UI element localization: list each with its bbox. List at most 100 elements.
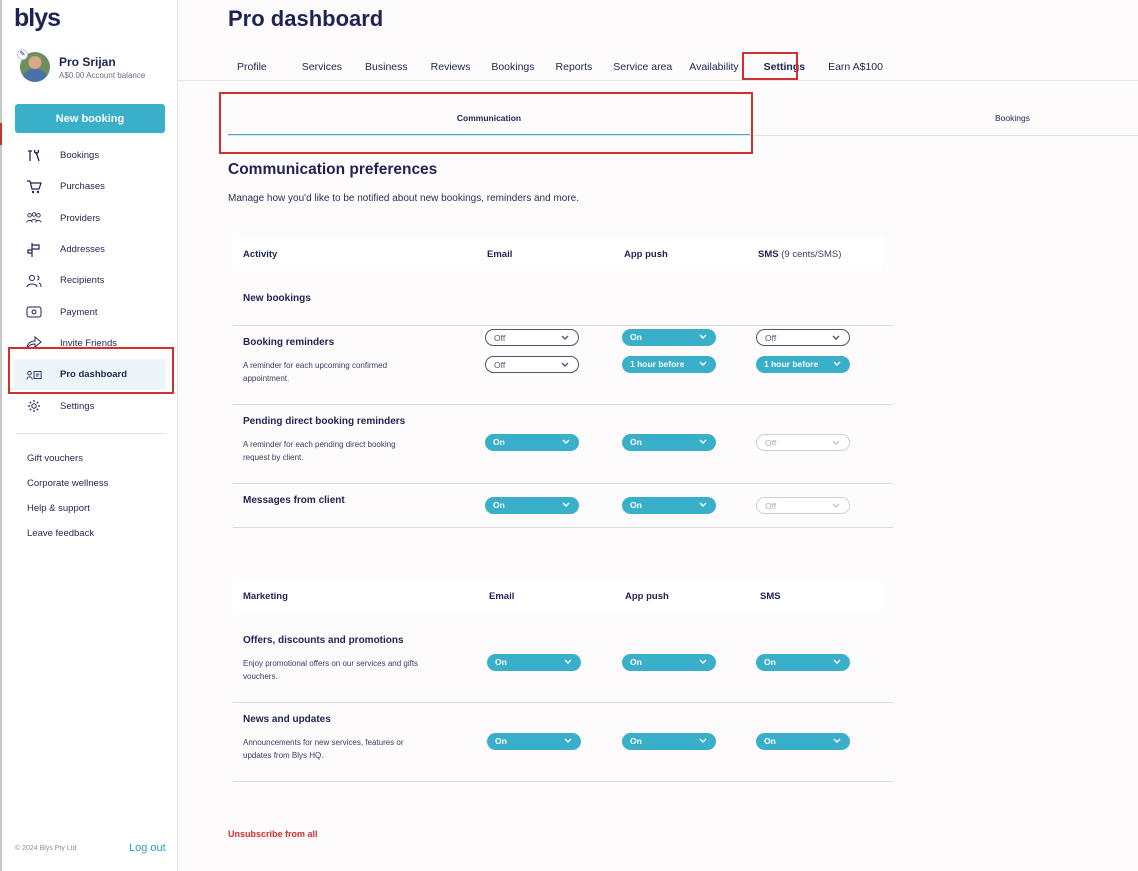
table-row: New bookings Off On Off xyxy=(233,271,893,346)
col-sms-label: SMS xyxy=(758,249,779,260)
messages-push-select[interactable]: On xyxy=(622,497,716,514)
col-app-push: App push xyxy=(625,591,669,602)
edit-avatar-icon[interactable]: ✎ xyxy=(17,49,28,60)
chevron-down-icon xyxy=(564,659,572,664)
sidebar-item-invite-friends[interactable]: Invite Friends xyxy=(14,328,166,359)
messages-email-select[interactable]: On xyxy=(485,497,579,514)
pending-reminders-email-select[interactable]: On xyxy=(485,434,579,451)
sidebar-item-label: Invite Friends xyxy=(60,337,118,349)
sms-cost-note: (9 cents/SMS) xyxy=(781,249,842,260)
select-value: Off xyxy=(765,501,777,511)
sidebar-item-recipients[interactable]: Recipients xyxy=(14,265,166,296)
col-app-push: App push xyxy=(624,249,668,260)
col-sms: SMS (9 cents/SMS) xyxy=(758,249,841,260)
sidebar-item-bookings[interactable]: Bookings xyxy=(14,140,166,171)
select-value: On xyxy=(630,736,642,746)
booking-reminders-sms-select[interactable]: 1 hour before xyxy=(756,356,850,373)
select-value: Off xyxy=(765,438,777,448)
sidebar: blys ✎ Pro Srijan A$0.00 Account balance… xyxy=(2,0,178,871)
col-email: Email xyxy=(487,249,513,260)
copyright: © 2024 Blys Pty Ltd xyxy=(15,845,77,852)
tab-services[interactable]: Services xyxy=(276,52,351,80)
cart-icon xyxy=(26,179,42,195)
chevron-down-icon xyxy=(832,440,840,445)
sidebar-item-label: Settings xyxy=(60,400,95,412)
avatar[interactable]: ✎ xyxy=(17,49,50,82)
logout-link[interactable]: Log out xyxy=(129,842,166,854)
chevron-down-icon xyxy=(562,439,570,444)
tab-settings[interactable]: Settings xyxy=(748,52,814,80)
account-balance: A$0.00 Account balance xyxy=(59,70,146,80)
marketing-header: Marketing Email App push SMS xyxy=(233,579,883,613)
sidebar-item-label: Providers xyxy=(60,212,101,224)
tab-reviews[interactable]: Reviews xyxy=(417,52,480,80)
subtab-bookings[interactable]: Bookings xyxy=(750,100,1138,136)
chevron-down-icon xyxy=(562,502,570,507)
select-value: On xyxy=(495,657,507,667)
chevron-down-icon xyxy=(699,361,707,366)
sidebar-item-pro-dashboard[interactable]: Pro dashboard xyxy=(14,359,166,391)
profile-summary[interactable]: ✎ Pro Srijan A$0.00 Account balance xyxy=(17,49,146,82)
offers-sms-select[interactable]: On xyxy=(756,654,850,671)
pending-reminders-push-select[interactable]: On xyxy=(622,434,716,451)
activity-header: Activity Email App push SMS (9 cents/SMS… xyxy=(233,237,883,271)
settings-subtabs: Communication Bookings xyxy=(228,100,1138,136)
chevron-down-icon xyxy=(561,362,569,367)
sidebar-item-providers[interactable]: Providers xyxy=(14,203,166,234)
tab-business[interactable]: Business xyxy=(351,52,417,80)
row-title: New bookings xyxy=(243,293,311,304)
sidebar-item-settings[interactable]: Settings xyxy=(14,390,166,421)
page-title: Pro dashboard xyxy=(228,6,384,31)
sidebar-divider xyxy=(16,433,166,434)
new-booking-button[interactable]: New booking xyxy=(15,104,165,133)
row-title: Pending direct booking reminders xyxy=(243,416,406,427)
table-row: News and updates Announcements for new s… xyxy=(233,703,893,782)
chevron-down-icon xyxy=(833,361,841,366)
tab-reports[interactable]: Reports xyxy=(544,52,602,80)
news-push-select[interactable]: On xyxy=(622,733,716,750)
tab-earn[interactable]: Earn A$100 xyxy=(814,52,892,80)
booking-reminders-email-select[interactable]: Off xyxy=(485,356,579,373)
news-email-select[interactable]: On xyxy=(487,733,581,750)
share-icon xyxy=(26,335,42,351)
tab-service-area[interactable]: Service area xyxy=(601,52,681,80)
blys-logo[interactable]: blys xyxy=(14,4,61,33)
gift-vouchers-link[interactable]: Gift vouchers xyxy=(27,450,108,475)
col-sms: SMS xyxy=(760,591,781,602)
offers-email-select[interactable]: On xyxy=(487,654,581,671)
help-support-link[interactable]: Help & support xyxy=(27,500,108,525)
col-email: Email xyxy=(489,591,515,602)
table-row: Offers, discounts and promotions Enjoy p… xyxy=(233,613,893,703)
section-title: Communication preferences xyxy=(228,161,438,178)
leave-feedback-link[interactable]: Leave feedback xyxy=(27,525,108,550)
booking-reminders-push-select[interactable]: 1 hour before xyxy=(622,356,716,373)
tab-availability[interactable]: Availability xyxy=(681,52,747,80)
users-icon xyxy=(26,273,42,289)
select-value: 1 hour before xyxy=(630,359,685,369)
tab-bookings[interactable]: Bookings xyxy=(479,52,543,80)
select-value: Off xyxy=(494,360,506,370)
unsubscribe-all-link[interactable]: Unsubscribe from all xyxy=(228,829,318,839)
news-sms-select[interactable]: On xyxy=(756,733,850,750)
select-value: On xyxy=(493,437,505,447)
tab-profile[interactable]: Profile xyxy=(228,52,276,80)
sidebar-item-purchases[interactable]: Purchases xyxy=(14,171,166,202)
offers-push-select[interactable]: On xyxy=(622,654,716,671)
subtab-communication[interactable]: Communication xyxy=(228,100,750,136)
select-value: On xyxy=(493,500,505,510)
sidebar-links: Gift vouchers Corporate wellness Help & … xyxy=(27,450,108,550)
sidebar-item-payment[interactable]: Payment xyxy=(14,296,166,327)
tabs-divider xyxy=(178,80,1138,81)
select-value: On xyxy=(630,500,642,510)
id-card-icon xyxy=(26,367,42,383)
row-description: Announcements for new services, features… xyxy=(243,738,404,760)
corporate-wellness-link[interactable]: Corporate wellness xyxy=(27,475,108,500)
sidebar-item-addresses[interactable]: Addresses xyxy=(14,234,166,265)
select-value: On xyxy=(764,736,776,746)
map-pin-icon xyxy=(26,148,42,164)
section-description: Manage how you'd like to be notified abo… xyxy=(228,193,580,204)
table-row: Pending direct booking reminders A remin… xyxy=(233,405,893,484)
dashboard-tabs: Profile Services Business Reviews Bookin… xyxy=(228,52,892,80)
wallet-icon xyxy=(26,304,42,320)
chevron-down-icon xyxy=(699,439,707,444)
